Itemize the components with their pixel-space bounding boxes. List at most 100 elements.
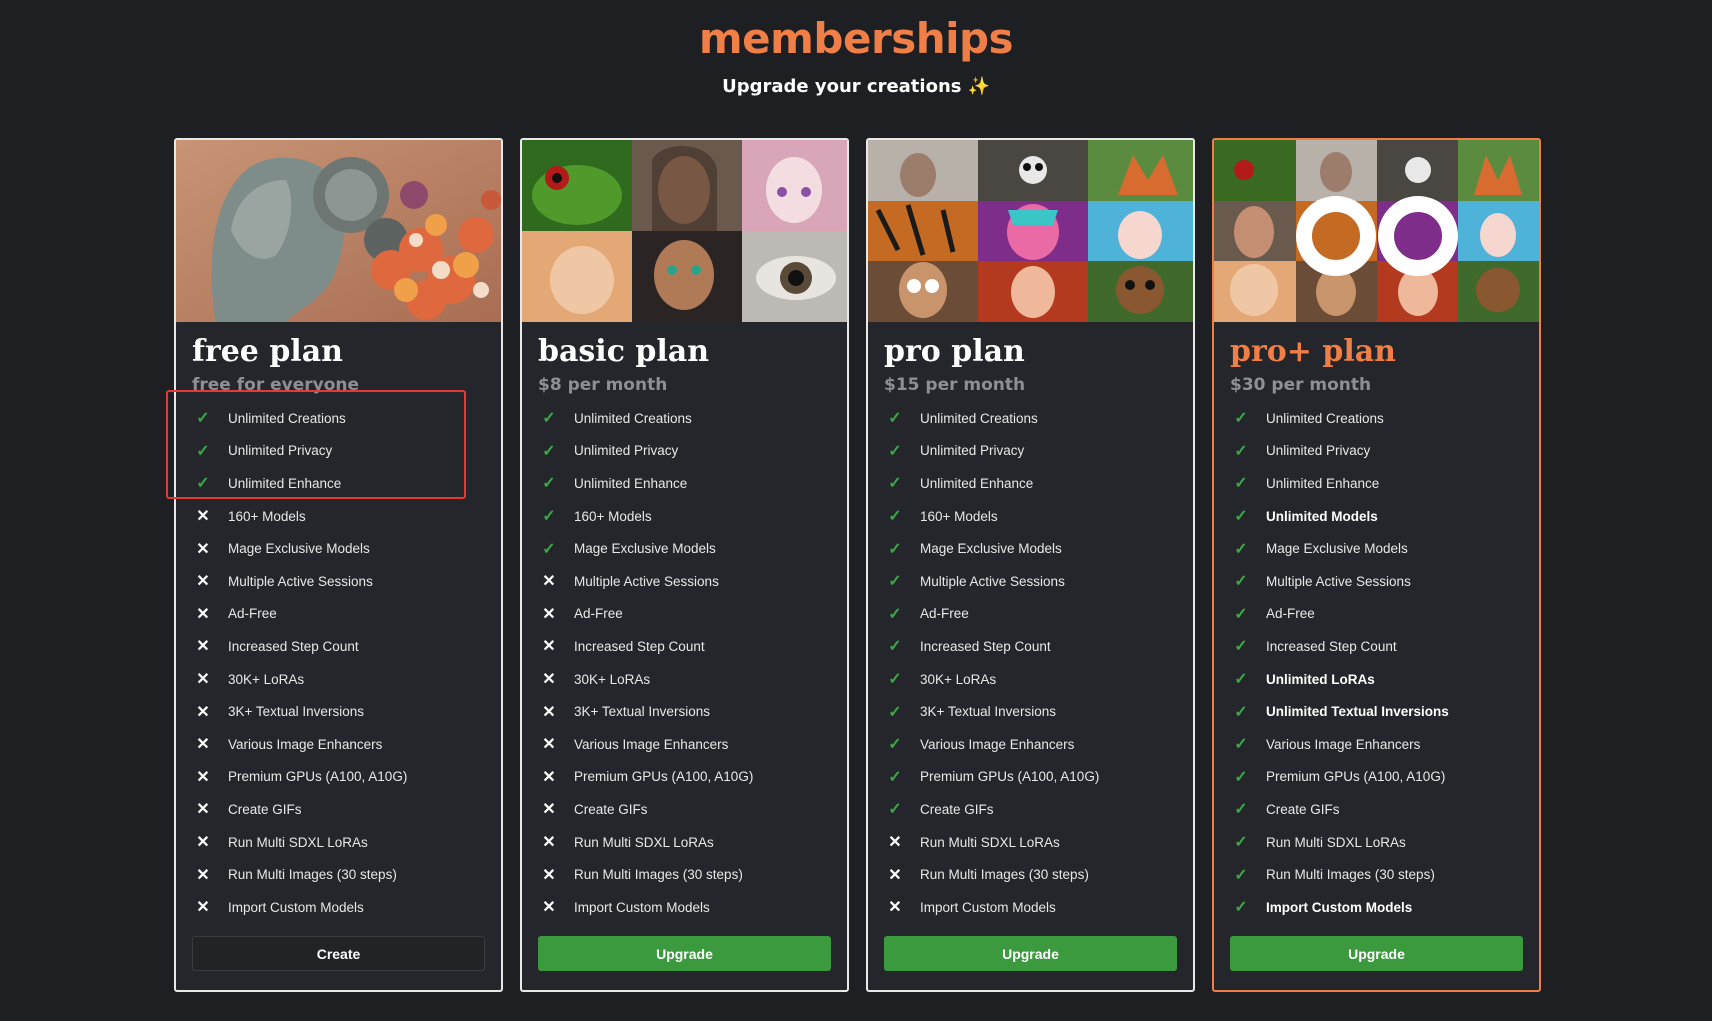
feature-item: ✕ Various Image Enhancers	[192, 728, 485, 761]
check-icon: ✓	[542, 442, 556, 460]
check-icon: ✓	[888, 671, 902, 689]
feature-list: ✓ Unlimited Creations ✓ Unlimited Privacy ✓ U…	[1230, 402, 1523, 924]
x-icon: ✕	[196, 540, 210, 558]
feature-item: ✕ Ad-Free	[538, 598, 831, 631]
upgrade-button[interactable]: Upgrade	[1230, 936, 1523, 971]
feature-label: Mage Exclusive Models	[574, 541, 716, 557]
plan-name: pro+ plan	[1230, 334, 1396, 369]
plan-image-basic	[522, 140, 847, 322]
check-icon: ✓	[1234, 638, 1248, 656]
feature-label: Unlimited Models	[1266, 508, 1378, 524]
plan-card-pro-plus: pro+ plan $30 per month ✓ Unlimited Creat…	[1212, 138, 1541, 992]
feature-label: Run Multi Images (30 steps)	[574, 867, 743, 883]
upgrade-button[interactable]: Upgrade	[884, 936, 1177, 971]
feature-item: ✕ Premium GPUs (A100, A10G)	[538, 761, 831, 794]
feature-item: ✓ Ad-Free	[884, 598, 1177, 631]
feature-item: ✓ Premium GPUs (A100, A10G)	[1230, 761, 1523, 794]
feature-item: ✓ Unlimited LoRAs	[1230, 663, 1523, 696]
feature-item: ✓ Mage Exclusive Models	[538, 532, 831, 565]
check-icon: ✓	[196, 442, 210, 460]
plan-image-pro-plus	[1214, 140, 1539, 322]
feature-label: Unlimited Privacy	[1266, 443, 1371, 459]
plan-price: $15 per month	[884, 375, 1026, 395]
x-icon: ✕	[196, 834, 210, 852]
feature-item: ✓ Premium GPUs (A100, A10G)	[884, 761, 1177, 794]
x-icon: ✕	[196, 508, 210, 526]
x-icon: ✕	[888, 866, 902, 884]
x-icon: ✕	[542, 899, 556, 917]
feature-item: ✓ Unlimited Enhance	[1230, 467, 1523, 500]
feature-item: ✕ Import Custom Models	[884, 891, 1177, 924]
check-icon: ✓	[196, 475, 210, 493]
sparkle-icon: ✨	[967, 76, 990, 97]
feature-label: Run Multi SDXL LoRAs	[574, 834, 714, 850]
feature-item: ✓ 160+ Models	[884, 500, 1177, 533]
check-icon: ✓	[1234, 442, 1248, 460]
upgrade-button[interactable]: Upgrade	[538, 936, 831, 971]
check-icon: ✓	[1234, 834, 1248, 852]
feature-label: Multiple Active Sessions	[228, 573, 373, 589]
feature-item: ✓ Unlimited Enhance	[192, 467, 485, 500]
feature-item: ✕ Premium GPUs (A100, A10G)	[192, 761, 485, 794]
feature-label: Run Multi SDXL LoRAs	[920, 834, 1060, 850]
feature-label: Run Multi Images (30 steps)	[228, 867, 397, 883]
feature-label: Unlimited Enhance	[228, 475, 342, 491]
x-icon: ✕	[196, 866, 210, 884]
feature-label: Ad-Free	[920, 606, 969, 622]
feature-label: Ad-Free	[228, 606, 277, 622]
feature-item: ✓ 160+ Models	[538, 500, 831, 533]
x-icon: ✕	[542, 671, 556, 689]
x-icon: ✕	[542, 703, 556, 721]
feature-label: 30K+ LoRAs	[574, 671, 651, 687]
feature-item: ✕ Run Multi SDXL LoRAs	[192, 826, 485, 859]
feature-item: ✕ Increased Step Count	[192, 630, 485, 663]
feature-item: ✕ Run Multi SDXL LoRAs	[884, 826, 1177, 859]
x-icon: ✕	[196, 703, 210, 721]
feature-label: Mage Exclusive Models	[228, 541, 370, 557]
plan-price: $30 per month	[1230, 375, 1372, 395]
check-icon: ✓	[888, 410, 902, 428]
x-icon: ✕	[196, 638, 210, 656]
feature-item: ✕ 30K+ LoRAs	[192, 663, 485, 696]
feature-label: Ad-Free	[574, 606, 623, 622]
feature-label: Unlimited Privacy	[920, 443, 1025, 459]
plan-image-free	[176, 140, 501, 322]
plan-name: pro plan	[884, 334, 1025, 369]
x-icon: ✕	[888, 899, 902, 917]
feature-label: 30K+ LoRAs	[920, 671, 997, 687]
feature-label: 3K+ Textual Inversions	[228, 704, 364, 720]
check-icon: ✓	[888, 573, 902, 591]
feature-item: ✕ Various Image Enhancers	[538, 728, 831, 761]
feature-list: ✓ Unlimited Creations ✓ Unlimited Privacy ✓ U…	[538, 402, 831, 924]
feature-item: ✕ Mage Exclusive Models	[192, 532, 485, 565]
feature-label: Ad-Free	[1266, 606, 1315, 622]
feature-item: ✓ Mage Exclusive Models	[1230, 532, 1523, 565]
check-icon: ✓	[1234, 573, 1248, 591]
feature-item: ✕ Multiple Active Sessions	[192, 565, 485, 598]
feature-label: Premium GPUs (A100, A10G)	[228, 769, 408, 785]
feature-item: ✕ 160+ Models	[192, 500, 485, 533]
feature-item: ✓ Unlimited Textual Inversions	[1230, 695, 1523, 728]
x-icon: ✕	[542, 768, 556, 786]
feature-item: ✓ Unlimited Privacy	[1230, 435, 1523, 468]
feature-label: Unlimited Privacy	[228, 443, 333, 459]
check-icon: ✓	[1234, 540, 1248, 558]
x-icon: ✕	[542, 573, 556, 591]
x-icon: ✕	[196, 768, 210, 786]
feature-item: ✓ Create GIFs	[1230, 793, 1523, 826]
create-button[interactable]: Create	[192, 936, 485, 971]
feature-label: Unlimited Creations	[1266, 410, 1384, 426]
check-icon: ✓	[542, 508, 556, 526]
feature-label: 160+ Models	[920, 508, 998, 524]
plan-card-pro: pro plan $15 per month ✓ Unlimited Creati…	[866, 138, 1195, 992]
feature-label: Multiple Active Sessions	[1266, 573, 1411, 589]
feature-item: ✓ Unlimited Creations	[884, 402, 1177, 435]
feature-label: Unlimited Enhance	[920, 475, 1034, 491]
feature-label: Import Custom Models	[1266, 899, 1413, 915]
feature-item: ✓ Unlimited Privacy	[884, 435, 1177, 468]
feature-label: Unlimited Enhance	[574, 475, 688, 491]
feature-label: Various Image Enhancers	[574, 736, 729, 752]
check-icon: ✓	[888, 703, 902, 721]
x-icon: ✕	[196, 899, 210, 917]
x-icon: ✕	[888, 834, 902, 852]
